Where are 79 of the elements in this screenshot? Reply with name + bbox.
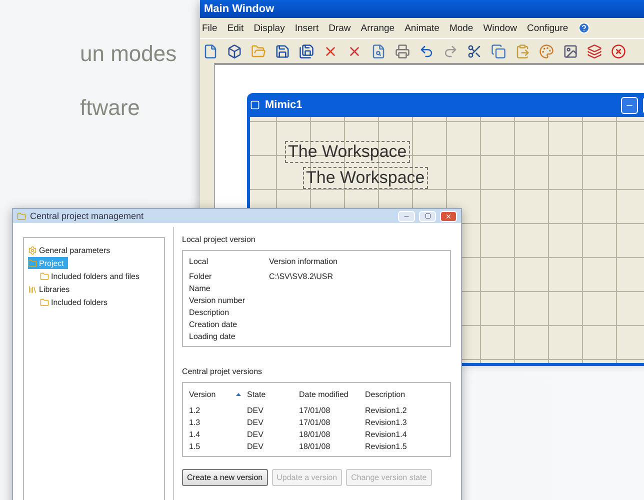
table-cell-text: Folder [189,272,213,280]
column-header[interactable]: Version [189,390,247,398]
menu-item[interactable]: Configure [527,22,568,34]
table-cell-text: DEV [247,418,264,426]
table-cell-text: 17/01/08 [299,418,332,426]
cut-icon[interactable] [466,42,483,60]
menu-item[interactable]: Display [254,22,285,34]
tree-item[interactable]: Libraries [28,283,74,295]
group-title: Local project version [182,235,256,244]
menu-item[interactable]: Edit [227,22,244,34]
picture-icon[interactable] [562,42,579,60]
column-header[interactable]: Date modified [299,390,365,398]
slide-text: un modes [80,40,177,68]
menu-item[interactable]: Insert [294,22,319,34]
close-icon [445,212,452,220]
print-preview-icon[interactable] [370,42,387,60]
folder-icon [40,272,49,280]
table-cell-text: Description [189,308,230,316]
table-cell-text: 18/01/08 [299,442,332,450]
slide-text: ftware [80,94,141,122]
cube-icon[interactable] [226,42,243,60]
books-icon [28,284,37,294]
workspace-text[interactable]: The Workspace [303,167,428,189]
table-cell-text: Revision1.4 [365,430,408,438]
table-cell-text: DEV [247,430,264,438]
table-cell-text: 17/01/08 [299,406,332,414]
table-cell-text: C:\SV\SV8.2\USR [269,272,334,280]
copy-icon[interactable] [490,42,507,60]
group-title: Central projet versions [182,367,264,376]
window-title: Central project management [30,211,145,221]
help-icon[interactable] [578,22,590,34]
menu-item[interactable]: File [202,22,218,34]
table-cell-text: 1.3 [189,418,202,426]
close-icon[interactable] [610,42,627,60]
save-all-icon[interactable] [298,42,315,60]
menu-item[interactable]: Mode [449,22,474,34]
tree-item[interactable]: General parameters [28,244,114,256]
maximize-button[interactable] [419,210,436,222]
gear-icon [28,246,37,254]
menu-item[interactable]: Arrange [360,22,395,34]
table-cell-text: 18/01/08 [299,430,332,438]
table-cell-text: Revision1.3 [365,418,408,426]
menu-item[interactable]: Window [483,22,518,34]
minimize-button[interactable] [621,96,638,114]
window-title: Main Window [200,0,644,18]
column-header: Local [189,256,210,266]
action-button[interactable]: Create a new version [182,469,268,486]
table-cell-text: Creation date [189,320,238,328]
table-cell-text: 1.4 [189,430,202,438]
save-icon[interactable] [274,42,291,60]
layers-icon[interactable] [586,42,603,60]
table-cell-text: DEV [247,406,264,414]
column-header[interactable]: State [247,390,299,398]
menu-item[interactable]: Draw [328,22,351,34]
close-button[interactable] [440,210,457,222]
workspace-text[interactable]: The Workspace [285,141,410,163]
table-cell-text: Revision1.2 [365,406,408,414]
sort-arrow-icon [236,392,241,396]
table-cell-text: Loading date [189,332,236,340]
menu-item[interactable]: Animate [404,22,440,34]
printer-icon[interactable] [394,42,411,60]
table-cell-text: 1.2 [189,406,202,414]
column-header[interactable]: Description [365,390,444,398]
window-icon [17,212,26,220]
document-icon[interactable] [202,42,219,60]
table-cell-text: Revision1.5 [365,442,408,450]
window-icon [250,100,260,110]
folder-icon [28,258,37,268]
folder-icon [40,298,49,306]
window-title: Mimic1 [265,99,304,111]
table-cell-text: Name [189,284,212,292]
maximize-icon [424,213,430,219]
table-cell-text: Version number [189,296,246,304]
column-header: Version information [269,256,338,266]
tree-item[interactable]: Included folders and files [40,270,144,282]
table-cell-text: 1.5 [189,442,202,450]
palette-icon[interactable] [538,42,555,60]
table-cell-text: DEV [247,442,264,450]
tree-item[interactable]: Included folders [40,296,112,308]
